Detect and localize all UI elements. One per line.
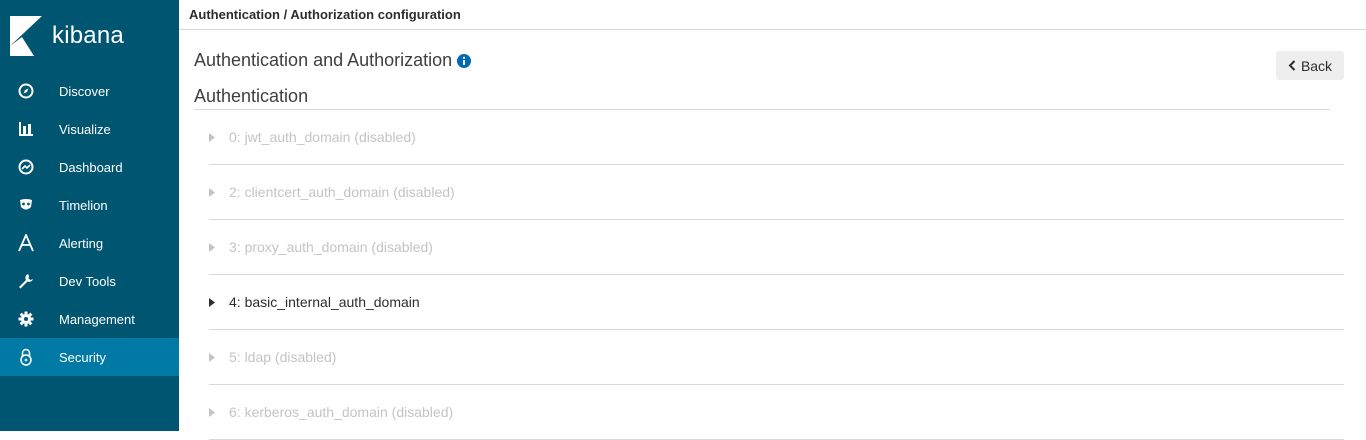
sidebar-item-dev-tools[interactable]: Dev Tools — [0, 262, 179, 300]
sidebar-item-management[interactable]: Management — [0, 300, 179, 338]
lock-icon — [17, 348, 35, 366]
sidebar-nav: Discover Visualize Dashboard Timelion Al… — [0, 72, 179, 376]
sidebar: kibana Discover Visualize Dashboard Time… — [0, 0, 179, 431]
sidebar-item-label: Discover — [59, 83, 110, 99]
sidebar-item-label: Dashboard — [59, 159, 123, 175]
auth-domain-label: 4: basic_internal_auth_domain — [229, 294, 420, 310]
kibana-logo-icon — [10, 16, 42, 56]
sidebar-item-security[interactable]: Security — [0, 338, 179, 376]
auth-domain-label: 0: jwt_auth_domain (disabled) — [229, 129, 416, 145]
sidebar-item-label: Alerting — [59, 235, 104, 251]
main-content: Authentication and Authorization Back Au… — [179, 31, 1366, 440]
auth-domain-label: 5: ldap (disabled) — [229, 349, 337, 365]
bar-chart-icon — [17, 120, 35, 138]
timelion-mask-icon — [17, 196, 35, 214]
auth-domain-list: 0: jwt_auth_domain (disabled) 2: clientc… — [209, 110, 1344, 440]
auth-domain-item[interactable]: 4: basic_internal_auth_domain — [209, 275, 1344, 330]
auth-domain-item[interactable]: 2: clientcert_auth_domain (disabled) — [209, 165, 1344, 220]
auth-domain-item[interactable]: 0: jwt_auth_domain (disabled) — [209, 110, 1344, 165]
auth-domain-item[interactable]: 3: proxy_auth_domain (disabled) — [209, 220, 1344, 275]
sidebar-item-label: Management — [59, 311, 135, 327]
info-icon[interactable] — [457, 53, 472, 68]
caret-right-icon — [209, 407, 217, 417]
sidebar-item-dashboard[interactable]: Dashboard — [0, 148, 179, 186]
sidebar-item-timelion[interactable]: Timelion — [0, 186, 179, 224]
kibana-logo[interactable]: kibana — [10, 14, 124, 58]
gear-icon — [17, 310, 35, 328]
dashboard-gauge-icon — [17, 158, 35, 176]
sidebar-item-label: Visualize — [59, 121, 111, 137]
sidebar-item-discover[interactable]: Discover — [0, 72, 179, 110]
caret-right-icon — [209, 187, 217, 197]
breadcrumb: Authentication / Authorization configura… — [179, 0, 1366, 30]
auth-domain-label: 6: kerberos_auth_domain (disabled) — [229, 404, 454, 420]
alerting-a-icon — [17, 234, 35, 252]
caret-right-icon — [209, 297, 217, 307]
sidebar-item-visualize[interactable]: Visualize — [0, 110, 179, 148]
compass-icon — [17, 82, 35, 100]
auth-domain-label: 2: clientcert_auth_domain (disabled) — [229, 184, 455, 200]
auth-domain-item[interactable]: 6: kerberos_auth_domain (disabled) — [209, 385, 1344, 440]
chevron-left-icon — [1288, 60, 1296, 71]
back-button[interactable]: Back — [1276, 51, 1344, 80]
sidebar-item-label: Timelion — [59, 197, 108, 213]
caret-right-icon — [209, 132, 217, 142]
auth-domain-label: 3: proxy_auth_domain (disabled) — [229, 239, 433, 255]
back-button-label: Back — [1300, 57, 1333, 74]
app-name: kibana — [52, 22, 124, 49]
breadcrumb-text: Authentication / Authorization configura… — [189, 7, 461, 22]
caret-right-icon — [209, 352, 217, 362]
sidebar-item-alerting[interactable]: Alerting — [0, 224, 179, 262]
sidebar-item-label: Dev Tools — [59, 273, 116, 289]
wrench-icon — [17, 272, 35, 290]
auth-domain-item[interactable]: 5: ldap (disabled) — [209, 330, 1344, 385]
page-title: Authentication and Authorization — [194, 50, 472, 71]
page-title-text: Authentication and Authorization — [194, 50, 453, 70]
section-title: Authentication — [194, 86, 309, 106]
caret-right-icon — [209, 242, 217, 252]
sidebar-item-label: Security — [59, 349, 106, 365]
